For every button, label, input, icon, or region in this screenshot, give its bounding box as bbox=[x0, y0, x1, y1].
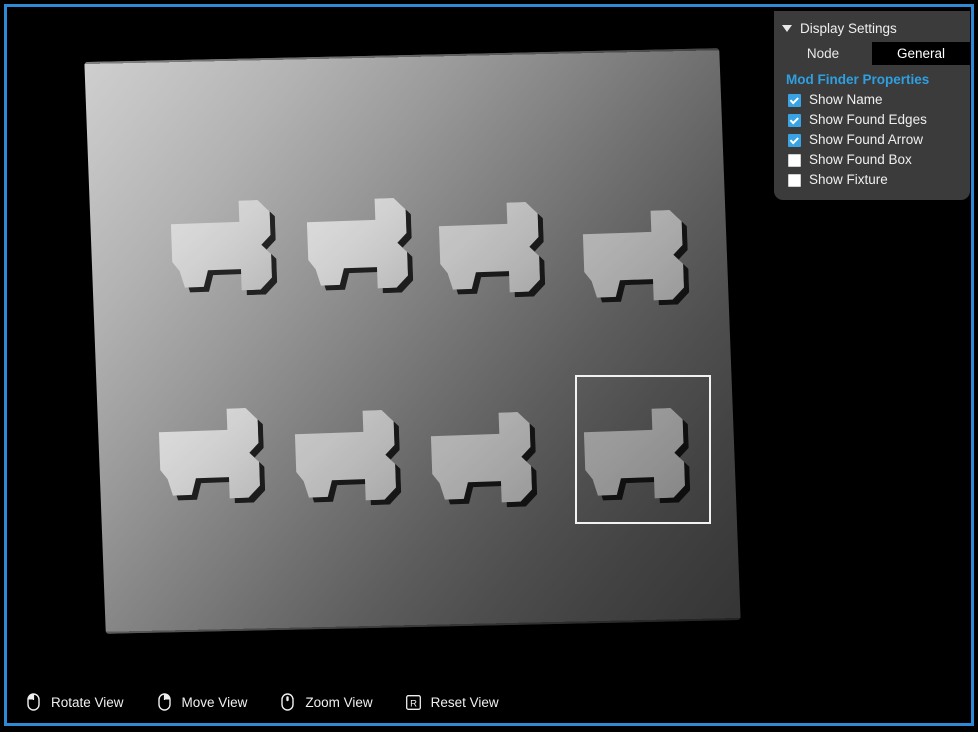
tab-node[interactable]: Node bbox=[774, 42, 872, 65]
mouse-left-button-icon bbox=[25, 693, 42, 712]
zoom-view-control[interactable]: Zoom View bbox=[279, 693, 373, 712]
view-controls-toolbar: Rotate View Move View Zoom View R Reset … bbox=[7, 681, 767, 723]
tab-general[interactable]: General bbox=[872, 42, 970, 65]
show-found-edges-checkbox[interactable] bbox=[788, 113, 801, 127]
show-found-box-label: Show Found Box bbox=[809, 152, 912, 167]
t-fitting-part[interactable] bbox=[425, 397, 547, 519]
t-fitting-part[interactable] bbox=[577, 195, 699, 317]
reset-view-control[interactable]: R Reset View bbox=[405, 693, 499, 712]
t-fitting-part[interactable] bbox=[301, 183, 423, 305]
show-found-arrow-checkbox[interactable] bbox=[788, 133, 801, 147]
3d-viewport[interactable]: Rotate View Move View Zoom View R Reset … bbox=[7, 7, 971, 723]
t-fitting-part[interactable] bbox=[433, 187, 555, 309]
triangle-down-icon[interactable] bbox=[782, 25, 792, 32]
found-box-overlay bbox=[575, 375, 711, 524]
t-fitting-part[interactable] bbox=[289, 395, 411, 517]
display-settings-header[interactable]: Display Settings bbox=[774, 17, 970, 42]
show-found-box-checkbox[interactable] bbox=[788, 153, 801, 167]
key-r-icon: R bbox=[405, 693, 422, 712]
show-fixture-checkbox[interactable] bbox=[788, 173, 801, 187]
option-show-found-edges[interactable]: Show Found Edges bbox=[774, 110, 970, 130]
t-fitting-part[interactable] bbox=[165, 185, 287, 307]
svg-text:R: R bbox=[410, 698, 417, 709]
application-window: Rotate View Move View Zoom View R Reset … bbox=[0, 0, 978, 732]
scanned-plate-surface bbox=[84, 48, 741, 634]
rotate-view-control[interactable]: Rotate View bbox=[25, 693, 124, 712]
move-view-label: Move View bbox=[181, 694, 248, 710]
option-show-found-box[interactable]: Show Found Box bbox=[774, 150, 970, 170]
show-found-arrow-label: Show Found Arrow bbox=[809, 132, 924, 147]
option-show-found-arrow[interactable]: Show Found Arrow bbox=[774, 130, 970, 150]
rotate-view-label: Rotate View bbox=[51, 694, 124, 710]
display-settings-title: Display Settings bbox=[800, 21, 897, 36]
option-show-name[interactable]: Show Name bbox=[774, 90, 970, 110]
reset-view-label: Reset View bbox=[430, 694, 499, 710]
mouse-right-button-icon bbox=[156, 693, 173, 712]
zoom-view-label: Zoom View bbox=[305, 694, 373, 710]
option-show-fixture[interactable]: Show Fixture bbox=[774, 170, 970, 190]
show-name-checkbox[interactable] bbox=[788, 93, 801, 107]
tab-general-label: General bbox=[896, 46, 946, 61]
show-found-edges-label: Show Found Edges bbox=[809, 112, 927, 127]
display-settings-panel: Display Settings Node General Mod Finder… bbox=[774, 11, 970, 200]
move-view-control[interactable]: Move View bbox=[156, 693, 248, 712]
mouse-wheel-icon bbox=[279, 693, 296, 712]
mod-finder-properties-title: Mod Finder Properties bbox=[786, 72, 930, 87]
point-cloud-scene[interactable] bbox=[7, 7, 767, 697]
show-fixture-label: Show Fixture bbox=[809, 172, 888, 187]
display-settings-tabs: Node General bbox=[774, 42, 970, 65]
show-name-label: Show Name bbox=[809, 92, 883, 107]
tab-node-label: Node bbox=[806, 46, 840, 61]
t-fitting-part[interactable] bbox=[153, 393, 275, 515]
